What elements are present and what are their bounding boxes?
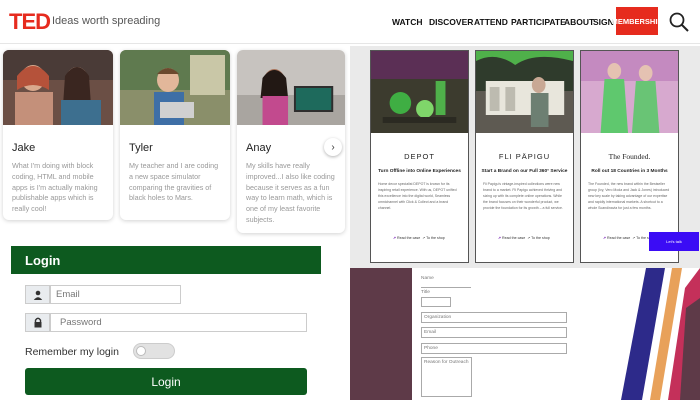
site-header: TED Ideas worth spreading WATCH DISCOVER… [0, 0, 700, 44]
case-body: Home decor specialist DEPOT is known for… [378, 182, 457, 210]
organization-input[interactable]: Organization [421, 312, 567, 323]
contact-button[interactable]: Let's talk [649, 232, 699, 251]
phone-input[interactable]: Phone [421, 343, 567, 354]
nav-discover[interactable]: DISCOVER [429, 17, 473, 27]
card-name: Tyler [129, 142, 153, 154]
read-case-link[interactable]: Read the case [397, 236, 420, 240]
shop-link[interactable]: To the shop [531, 236, 550, 240]
nav-attend[interactable]: ATTEND [474, 17, 508, 27]
case-card[interactable]: DEPOT Turn Offline into Online Experienc… [370, 50, 469, 263]
ted-logo[interactable]: TED [9, 9, 51, 35]
shop-link[interactable]: To the shop [426, 236, 445, 240]
title-input[interactable] [421, 297, 451, 307]
case-title: DEPOT [404, 152, 435, 161]
email-input[interactable]: Email [50, 285, 181, 304]
remember-label: Remember my login [25, 346, 119, 358]
case-body: The Founded, the new brand within the Be… [588, 182, 670, 210]
nav-about[interactable]: ABOUT [564, 17, 594, 27]
card-description: My skills have really improved...I also … [246, 161, 335, 224]
case-body: Fli Papigu's vintage-inspired collection… [483, 182, 563, 210]
name-label: Name [421, 276, 434, 281]
card-name: Jake [12, 142, 36, 154]
case-photo [476, 51, 573, 133]
name-input[interactable] [421, 284, 471, 288]
card-photo [237, 50, 345, 125]
case-links: ↗ Read the case ↗ To the shop [393, 236, 445, 240]
case-photo [581, 51, 678, 133]
email-row: Email [25, 285, 181, 304]
membership-button[interactable]: MEMBERSHIP [612, 7, 662, 35]
case-card[interactable]: FLI PÄPIGU Start a Brand on our Full 360… [475, 50, 574, 263]
read-case-link[interactable]: Read the case [607, 236, 630, 240]
tagline: Ideas worth spreading [52, 15, 161, 27]
story-card[interactable]: Tyler My teacher and I are coding a new … [120, 50, 230, 220]
chevron-right-icon: › [331, 141, 335, 153]
title-label: Title [421, 290, 430, 295]
card-description: My teacher and I are coding a new space … [129, 161, 219, 203]
login-title: Login [11, 246, 321, 274]
password-row: Password [25, 313, 307, 332]
case-links: ↗ Read the case ↗ To the shop [603, 236, 655, 240]
carousel-next-button[interactable]: › [324, 138, 342, 156]
case-photo [371, 51, 468, 133]
case-title: FLI PÄPIGU [498, 152, 551, 161]
card-photo [3, 50, 113, 125]
email-form-input[interactable]: Email [421, 327, 567, 338]
login-button[interactable]: Login [25, 368, 307, 395]
case-study-panel: DEPOT Turn Offline into Online Experienc… [350, 46, 700, 268]
case-subtitle: Start a Brand on our Full 360° Service [481, 169, 568, 174]
toggle-knob [136, 346, 146, 356]
read-case-link[interactable]: Read the case [502, 236, 525, 240]
search-icon[interactable] [668, 11, 690, 33]
case-subtitle: Roll out 18 Countries in 3 Months [591, 169, 668, 174]
story-card[interactable]: Jake What I'm doing with block coding, H… [3, 50, 113, 220]
nav-watch[interactable]: WATCH [392, 17, 423, 27]
case-title: The Founded. [608, 152, 651, 161]
card-photo [120, 50, 230, 125]
screenshot-root: TED Ideas worth spreading WATCH DISCOVER… [0, 0, 700, 400]
card-description: What I'm doing with block coding, HTML a… [12, 161, 98, 214]
remember-toggle[interactable] [133, 343, 175, 359]
lock-icon [25, 313, 50, 332]
case-links: ↗ Read the case ↗ To the shop [498, 236, 550, 240]
nav-participate[interactable]: PARTICIPATE [511, 17, 566, 27]
reason-textarea[interactable]: Reason for Outreach [421, 357, 472, 397]
case-subtitle: Turn Offline into Online Experiences [378, 169, 461, 174]
user-icon [25, 285, 50, 304]
password-input[interactable]: Password [50, 313, 307, 332]
